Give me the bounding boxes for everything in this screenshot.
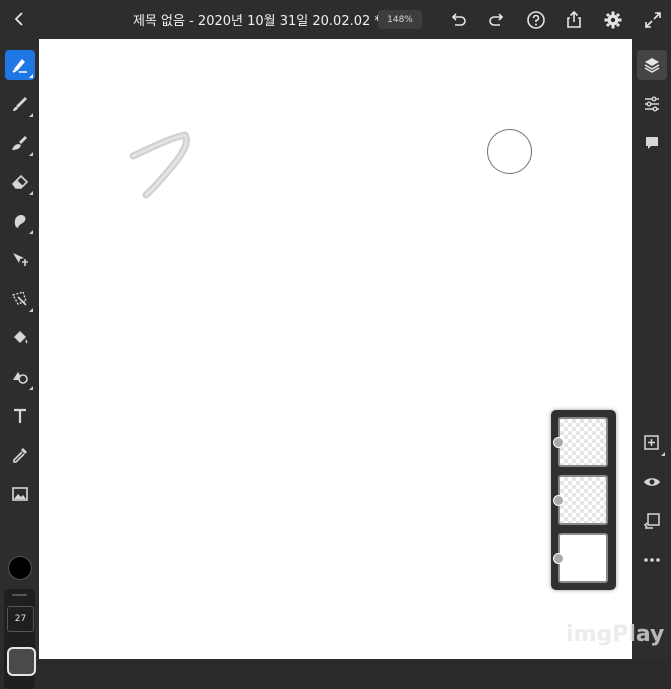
sliders-icon: [645, 96, 659, 112]
layers-icon: [644, 58, 660, 73]
eraser-icon: [11, 174, 29, 189]
pixel-brush-tool[interactable]: [5, 50, 35, 80]
eye-icon: [644, 478, 660, 486]
layer-type-icon: [553, 495, 564, 506]
canvas-drawing: [129, 131, 190, 199]
layer-thumbnail[interactable]: [558, 475, 608, 525]
comments-button[interactable]: [637, 128, 667, 158]
selection-tool[interactable]: [5, 284, 35, 314]
tools-panel: 27: [0, 39, 39, 689]
brush-settings-button[interactable]: [7, 647, 36, 676]
transform-tool[interactable]: [5, 245, 35, 275]
merge-down-button[interactable]: [637, 506, 667, 536]
vector-brush-tool[interactable]: [5, 128, 35, 158]
layer-thumbnail[interactable]: [558, 533, 608, 583]
top-bar: 제목 없음 - 2020년 10월 31일 20.02.02 * 148%: [0, 0, 671, 39]
eyedropper-icon: [13, 448, 27, 463]
back-icon[interactable]: [10, 9, 30, 29]
visibility-button[interactable]: [637, 467, 667, 497]
fill-tool[interactable]: [5, 323, 35, 353]
add-layer-icon: [644, 435, 659, 450]
layers-button[interactable]: [637, 50, 667, 80]
text-tool[interactable]: [5, 401, 35, 431]
eraser-tool[interactable]: [5, 167, 35, 197]
place-image-tool[interactable]: [5, 479, 35, 509]
vector-brush-icon: [12, 136, 27, 150]
brush-size-value[interactable]: 27: [7, 606, 34, 632]
selection-icon: [11, 291, 27, 306]
settings-icon[interactable]: [602, 9, 624, 31]
watermark: imgPlay: [566, 622, 665, 647]
layer-type-icon: [553, 437, 564, 448]
comment-icon: [646, 137, 658, 149]
image-icon: [12, 487, 28, 501]
live-brush-icon: [13, 97, 27, 111]
shape-icon: [13, 372, 28, 384]
text-icon: [14, 408, 26, 423]
layer-type-icon: [553, 553, 564, 564]
panel-grip[interactable]: [12, 594, 27, 596]
layers-panel: [551, 410, 616, 590]
layer-thumbnail[interactable]: [558, 417, 608, 467]
color-swatch[interactable]: [8, 556, 32, 580]
right-panel-bar: [632, 39, 671, 659]
brush-size-panel[interactable]: 27: [4, 589, 36, 689]
share-icon[interactable]: [563, 9, 585, 31]
document-title[interactable]: 제목 없음 - 2020년 10월 31일 20.02.02 *: [133, 10, 381, 29]
fullscreen-icon[interactable]: [642, 9, 664, 31]
more-icon: [644, 558, 660, 562]
add-layer-button[interactable]: [637, 428, 667, 458]
help-icon[interactable]: [525, 9, 547, 31]
zoom-level[interactable]: 148%: [378, 10, 422, 29]
layer-properties-button[interactable]: [637, 89, 667, 119]
transform-icon: [13, 253, 28, 266]
smudge-tool[interactable]: [5, 206, 35, 236]
live-brush-tool[interactable]: [5, 89, 35, 119]
smudge-icon: [14, 215, 26, 228]
brush-cursor: [487, 129, 532, 174]
shape-tool[interactable]: [5, 362, 35, 392]
merge-down-icon: [643, 513, 660, 529]
pixel-brush-icon: [12, 59, 27, 73]
paint-bucket-icon: [14, 331, 28, 344]
undo-icon[interactable]: [447, 9, 469, 31]
redo-icon[interactable]: [486, 9, 508, 31]
more-button[interactable]: [637, 545, 667, 575]
eyedropper-tool[interactable]: [5, 440, 35, 470]
canvas[interactable]: [39, 39, 632, 659]
document-title-group[interactable]: 제목 없음 - 2020년 10월 31일 20.02.02 *: [133, 0, 403, 39]
